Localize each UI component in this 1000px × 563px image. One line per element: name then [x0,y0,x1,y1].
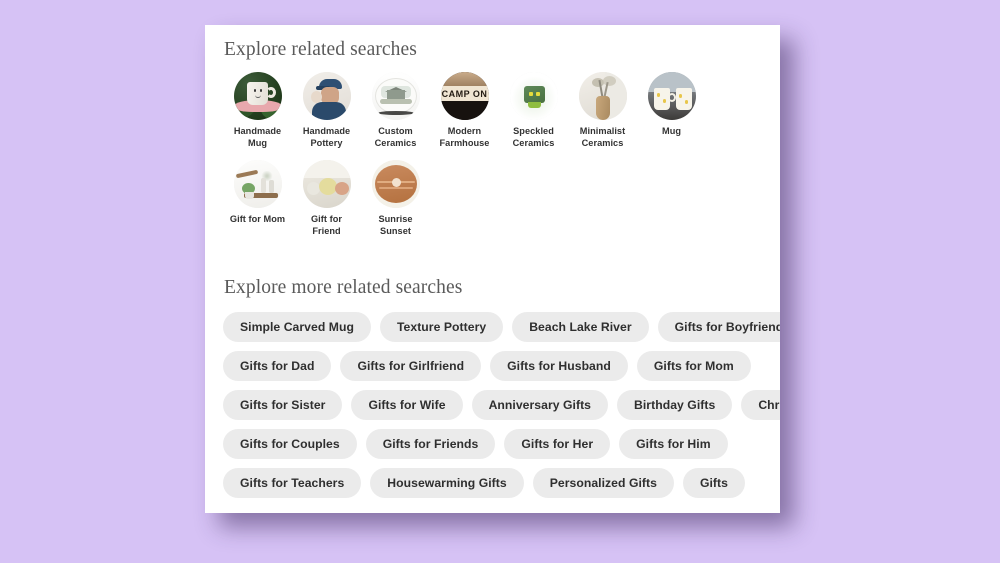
thumbnail-art [578,72,627,120]
more-related-searches-heading: Explore more related searches [224,277,463,298]
thumbnail-art [647,72,696,120]
thumbnail-art [302,160,351,208]
pill-row: Gifts for Couples Gifts for Friends Gifts … [223,429,762,459]
label-line-1: Modern [447,126,482,136]
label-line-2: Farmhouse [439,137,490,148]
label-line-2: Ceramics [374,137,417,148]
pill-row: Gifts for Teachers Housewarming Gifts Pers… [223,468,762,498]
pill-row: Simple Carved Mug Texture Pottery Beach La… [223,312,780,342]
related-search-pill[interactable]: Texture Pottery [379,312,504,342]
related-search-pill[interactable]: Gifts [682,468,745,498]
label-line-2: Ceramics [581,137,624,148]
label-line-2: Pottery [310,137,343,148]
thumbnail-art [509,72,558,120]
related-search-thumbnail-sun-icon[interactable] [371,160,420,208]
related-search-pill[interactable]: Simple Carved Mug [223,312,371,342]
related-search-item-label: Gift for Mom [224,214,292,226]
thumbnail-art [233,72,282,120]
label-line-2: Friend [312,225,341,236]
related-search-pill[interactable]: Birthday Gifts [617,390,733,420]
related-search-thumbnail-vase-icon[interactable] [578,72,627,120]
related-search-pill[interactable]: Gifts for Teachers [223,468,362,498]
pill-row: Gifts for Dad Gifts for Girlfriend Gifts f… [223,351,762,381]
related-search-item-label: Handmade Mug [224,126,292,149]
more-related-searches-pill-list: Simple Carved Mug Texture Pottery Beach La… [223,312,780,498]
related-search-pill[interactable]: Beach Lake River [512,312,649,342]
related-search-pill[interactable]: Gifts for Friends [365,429,496,459]
label-line-1: Speckled [513,126,554,136]
related-search-thumbnail-green-icon[interactable] [509,72,558,120]
related-search-item-label: Speckled Ceramics [500,126,568,149]
label-line-1: Mug [661,126,682,136]
related-search-item[interactable]: Gift for Friend [292,160,361,237]
related-search-thumbnail-plate-icon[interactable] [371,72,420,120]
related-search-item-label: Gift for Friend [293,214,361,237]
thumbnail-art [233,160,282,208]
thumbnail-art: CAMP ON [440,72,489,120]
related-search-item-label: Sunrise Sunset [362,214,430,237]
related-search-pill[interactable]: Gifts for Boyfriend [657,312,780,342]
label-line-2: Sunset [380,225,411,236]
related-search-pill[interactable]: Gifts for Sister [223,390,343,420]
related-search-item[interactable]: Sunrise Sunset [361,160,430,237]
related-search-item[interactable]: Minimalist Ceramics [568,72,637,149]
related-search-item[interactable]: Gift for Mom [223,160,292,237]
related-search-item[interactable]: CAMP ON Modern Farmhouse [430,72,499,149]
related-search-thumbnail-camp-icon[interactable]: CAMP ON [440,72,489,120]
label-line-1: Minimalist [579,126,626,136]
related-search-pill[interactable]: Gifts for Husband [490,351,628,381]
pill-row: Gifts for Sister Gifts for Wife Anniversar… [223,390,780,420]
related-searches-card: Explore related searches Handmade Mug Hand… [205,25,780,513]
related-searches-heading: Explore related searches [224,39,417,60]
related-search-pill[interactable]: Gifts for Her [504,429,611,459]
related-search-item[interactable]: Custom Ceramics [361,72,430,149]
related-search-item-label: Minimalist Ceramics [569,126,637,149]
related-search-pill[interactable]: Housewarming Gifts [370,468,524,498]
related-search-pill[interactable]: Gifts for Dad [223,351,332,381]
related-search-thumbnail-mug-face-icon[interactable] [233,72,282,120]
related-search-pill[interactable]: Gifts for Couples [223,429,357,459]
label-line-1: Handmade [302,126,351,136]
related-search-thumbnail-potter-icon[interactable] [302,72,351,120]
related-search-item[interactable]: Handmade Pottery [292,72,361,149]
related-search-item-label: Handmade Pottery [293,126,361,149]
related-search-item[interactable]: Handmade Mug [223,72,292,149]
related-search-pill[interactable]: Personalized Gifts [532,468,674,498]
thumbnail-art-text: CAMP ON [441,88,488,99]
related-search-item-label: Custom Ceramics [362,126,430,149]
label-line-1: Custom [378,126,413,136]
related-search-pill[interactable]: Gifts for Wife [351,390,463,420]
related-search-pill[interactable]: Christmas Gifts [741,390,780,420]
label-line-2: Mug [247,137,268,148]
label-line-2: Ceramics [512,137,555,148]
thumbnail-art [371,72,420,120]
label-line-1: Gift for Mom [229,214,286,224]
label-line-1: Sunrise [378,214,413,224]
related-search-item-label: Mug [638,126,706,138]
related-search-thumbnail-soap-icon[interactable] [302,160,351,208]
label-line-1: Gift for [310,214,343,224]
related-searches-thumbnail-grid: Handmade Mug Handmade Pottery Custom Ceramics… [223,72,762,248]
thumbnail-art [302,72,351,120]
related-search-pill[interactable]: Gifts for Him [619,429,728,459]
related-search-item[interactable]: Mug [637,72,706,149]
related-search-thumbnail-shelf-icon[interactable] [233,160,282,208]
related-search-pill[interactable]: Gifts for Mom [636,351,751,381]
related-search-item-label: Modern Farmhouse [431,126,499,149]
label-line-1: Handmade [233,126,282,136]
related-search-pill[interactable]: Anniversary Gifts [471,390,609,420]
thumbnail-art [371,160,420,208]
related-search-item[interactable]: Speckled Ceramics [499,72,568,149]
related-search-pill[interactable]: Gifts for Girlfriend [340,351,482,381]
related-search-thumbnail-twomug-icon[interactable] [647,72,696,120]
